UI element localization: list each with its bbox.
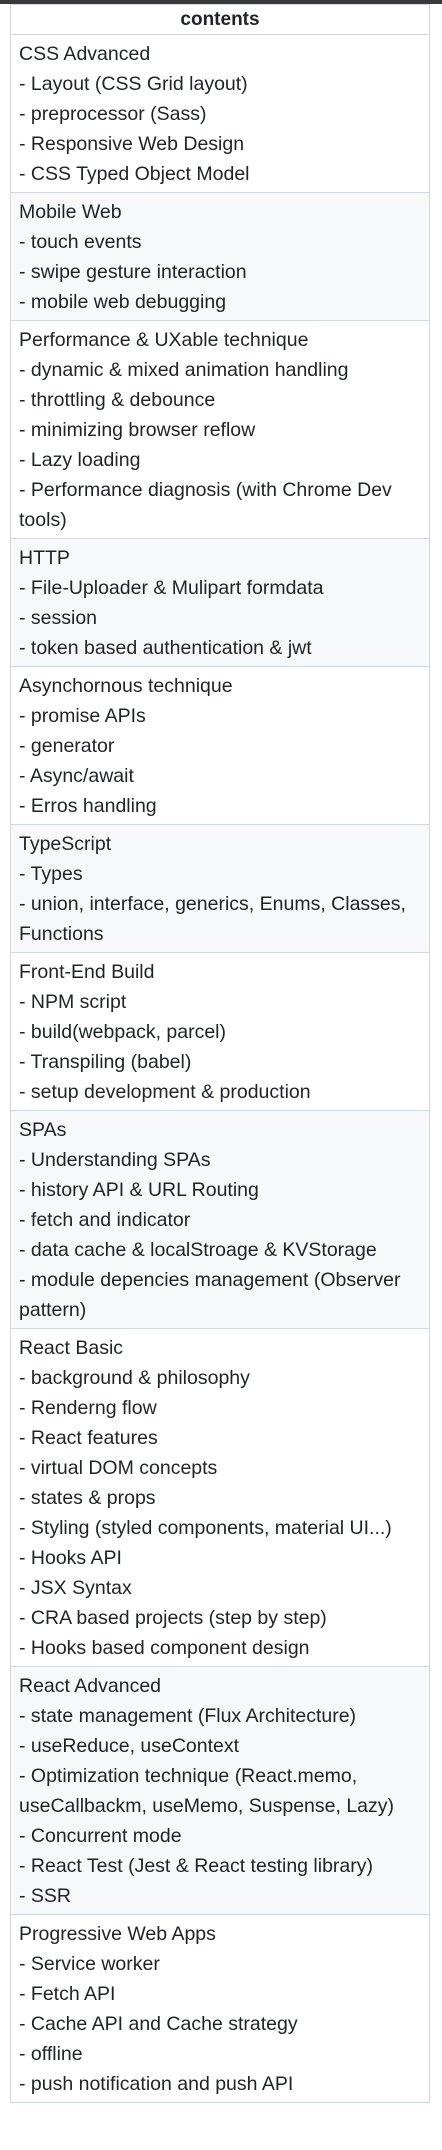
- topic-item: - states & props: [19, 1487, 156, 1509]
- topic-item: - React Test (Jest & React testing libra…: [19, 1855, 374, 1877]
- topic-item: - dynamic & mixed animation handling: [19, 359, 349, 381]
- topic-item: - state management (Flux Architecture): [19, 1705, 357, 1727]
- section-title: HTTP: [19, 547, 70, 569]
- section-title: CSS Advanced: [19, 43, 151, 65]
- topic-item: - preprocessor (Sass): [19, 103, 207, 125]
- topic-item: - Renderng flow: [19, 1397, 157, 1419]
- topic-item: - Cache API and Cache strategy: [19, 2013, 298, 2035]
- section-title: SPAs: [19, 1119, 67, 1141]
- table-cell: Asynchornous technique - promise APIs - ge…: [10, 666, 430, 825]
- topic-item: - Service worker: [19, 1953, 160, 1975]
- topic-item: - Optimization technique (React.memo, us…: [19, 1765, 395, 1817]
- contents-table: contents CSS Advanced - Layout (CSS Grid …: [10, 4, 430, 2103]
- table-row: Mobile Web - touch events - swipe gesture …: [10, 192, 430, 321]
- table-head: contents: [10, 4, 430, 35]
- table-body: CSS Advanced - Layout (CSS Grid layout) - …: [10, 34, 430, 2103]
- table-row: Performance & UXable technique - dynamic …: [10, 320, 430, 539]
- topic-item: - data cache & localStroage & KVStorage: [19, 1239, 377, 1261]
- topic-item: - Fetch API: [19, 1983, 116, 2005]
- topic-item: - NPM script: [19, 991, 127, 1013]
- topic-item: - swipe gesture interaction: [19, 261, 247, 283]
- topic-item: - token based authentication & jwt: [19, 637, 312, 659]
- topic-item: - virtual DOM concepts: [19, 1457, 218, 1479]
- table-cell: React Basic - background & philosophy - Re…: [10, 1328, 430, 1667]
- topic-item: - Async/await: [19, 765, 134, 787]
- topic-item: - Understanding SPAs: [19, 1149, 211, 1171]
- topic-item: - history API & URL Routing: [19, 1179, 259, 1201]
- table-row: SPAs - Understanding SPAs - history API & …: [10, 1110, 430, 1329]
- topic-item: - Types: [19, 863, 83, 885]
- table-row: TypeScript - Types - union, interface, gen…: [10, 824, 430, 953]
- table-cell: React Advanced - state management (Flux A…: [10, 1666, 430, 1915]
- topic-item: - React features: [19, 1427, 158, 1449]
- topic-item: - offline: [19, 2043, 83, 2065]
- topic-item: - fetch and indicator: [19, 1209, 191, 1231]
- topic-item: - setup development & production: [19, 1081, 311, 1103]
- section-title: Front-End Build: [19, 961, 155, 983]
- topic-item: - CRA based projects (step by step): [19, 1607, 327, 1629]
- table-cell: Front-End Build - NPM script - build(webpa…: [10, 952, 430, 1111]
- section-title: TypeScript: [19, 833, 112, 855]
- contents-header: contents: [10, 4, 430, 35]
- topic-item: - Transpiling (babel): [19, 1051, 192, 1073]
- table-row: React Advanced - state management (Flux A…: [10, 1666, 430, 1915]
- topic-item: - session: [19, 607, 98, 629]
- section-title: React Basic: [19, 1337, 124, 1359]
- topic-item: - useReduce, useContext: [19, 1735, 240, 1757]
- topic-item: - module depencies management (Observer …: [19, 1269, 401, 1321]
- topic-item: - Layout (CSS Grid layout): [19, 73, 248, 95]
- table-row: React Basic - background & philosophy - Re…: [10, 1328, 430, 1667]
- topic-item: - Hooks based component design: [19, 1637, 310, 1659]
- topic-item: - Concurrent mode: [19, 1825, 182, 1847]
- topic-item: - build(webpack, parcel): [19, 1021, 227, 1043]
- topic-item: - CSS Typed Object Model: [19, 163, 250, 185]
- topic-item: - Responsive Web Design: [19, 133, 245, 155]
- topic-item: - union, interface, generics, Enums, Cla…: [19, 893, 406, 945]
- section-title: Mobile Web: [19, 201, 122, 223]
- table-row: HTTP - File-Uploader & Mulipart formdata -…: [10, 538, 430, 667]
- topic-item: - generator: [19, 735, 115, 757]
- topic-item: - Lazy loading: [19, 449, 141, 471]
- table-cell: CSS Advanced - Layout (CSS Grid layout) - …: [10, 34, 430, 193]
- topic-item: - Erros handling: [19, 795, 157, 817]
- section-title: Performance & UXable technique: [19, 329, 309, 351]
- topic-item: - push notification and push API: [19, 2073, 294, 2095]
- table-cell: HTTP - File-Uploader & Mulipart formdata -…: [10, 538, 430, 667]
- section-title: Asynchornous technique: [19, 675, 233, 697]
- topic-item: - minimizing browser reflow: [19, 419, 256, 441]
- section-title: Progressive Web Apps: [19, 1923, 216, 1945]
- table-row: Progressive Web Apps - Service worker - Fe…: [10, 1914, 430, 2103]
- topic-item: - mobile web debugging: [19, 291, 227, 313]
- topic-item: - JSX Syntax: [19, 1577, 132, 1599]
- topic-item: - SSR: [19, 1885, 72, 1907]
- table-row: CSS Advanced - Layout (CSS Grid layout) - …: [10, 34, 430, 193]
- content-wrapper: contents CSS Advanced - Layout (CSS Grid …: [0, 4, 442, 2103]
- table-row: Asynchornous technique - promise APIs - ge…: [10, 666, 430, 825]
- topic-item: - Hooks API: [19, 1547, 122, 1569]
- topic-item: - Performance diagnosis (with Chrome Dev…: [19, 479, 392, 531]
- topic-item: - throttling & debounce: [19, 389, 216, 411]
- table-cell: Mobile Web - touch events - swipe gesture …: [10, 192, 430, 321]
- table-cell: SPAs - Understanding SPAs - history API & …: [10, 1110, 430, 1329]
- topic-item: - File-Uploader & Mulipart formdata: [19, 577, 324, 599]
- table-header-row: contents: [10, 4, 430, 35]
- topic-item: - background & philosophy: [19, 1367, 250, 1389]
- table-cell: Performance & UXable technique - dynamic …: [10, 320, 430, 539]
- topic-item: - touch events: [19, 231, 142, 253]
- section-title: React Advanced: [19, 1675, 162, 1697]
- table-cell: TypeScript - Types - union, interface, gen…: [10, 824, 430, 953]
- table-cell: Progressive Web Apps - Service worker - Fe…: [10, 1914, 430, 2103]
- topic-item: - Styling (styled components, material U…: [19, 1517, 392, 1539]
- topic-item: - promise APIs: [19, 705, 146, 727]
- table-row: Front-End Build - NPM script - build(webpa…: [10, 952, 430, 1111]
